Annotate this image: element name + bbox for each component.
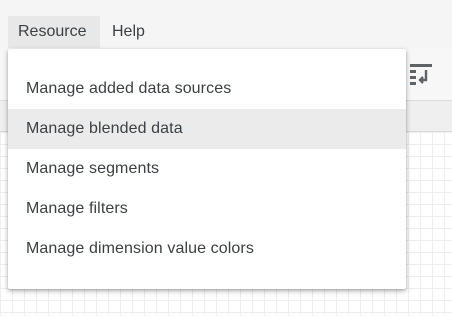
resource-dropdown-menu: Manage added data sources Manage blended… bbox=[8, 49, 406, 289]
app-screen: Resource Help Manage added data sources … bbox=[0, 0, 452, 316]
menu-item-manage-dimension-value-colors[interactable]: Manage dimension value colors bbox=[8, 229, 406, 269]
menu-resource[interactable]: Resource bbox=[8, 16, 100, 48]
menu-bar: Resource Help bbox=[0, 0, 452, 48]
menu-item-manage-segments[interactable]: Manage segments bbox=[8, 149, 406, 189]
menu-item-manage-blended-data[interactable]: Manage blended data bbox=[8, 109, 406, 149]
menu-item-manage-filters[interactable]: Manage filters bbox=[8, 189, 406, 229]
menu-item-manage-added-data-sources[interactable]: Manage added data sources bbox=[8, 69, 406, 109]
menu-help[interactable]: Help bbox=[102, 16, 158, 48]
report-layout-icon[interactable] bbox=[406, 60, 436, 90]
